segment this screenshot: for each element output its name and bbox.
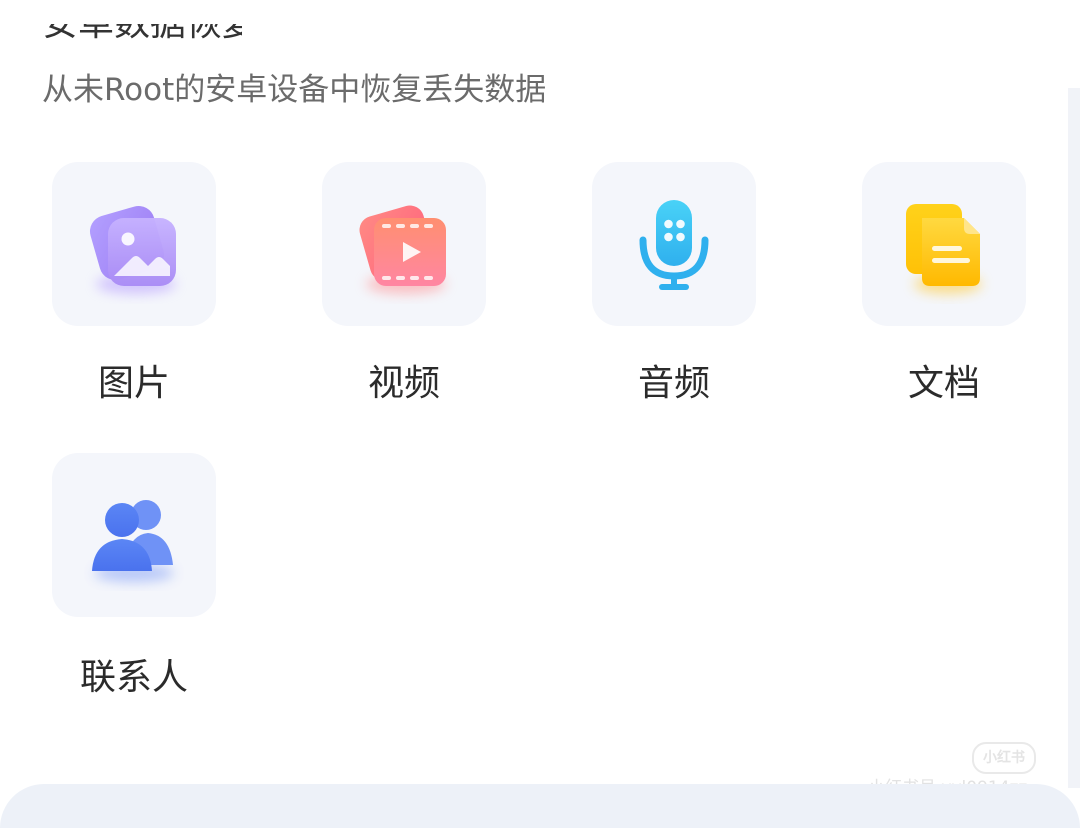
category-contacts-label: 联系人 (79, 657, 188, 698)
screen: 安卓数据恢复 从未Root的安卓设备中恢复丢失数据 (0, 0, 1080, 828)
video-icon (359, 205, 446, 294)
category-photos-label: 图片 (97, 363, 170, 404)
picture-icon (89, 205, 176, 294)
page-title: 安卓数据恢复 (42, 24, 242, 50)
category-videos-button[interactable] (322, 162, 486, 326)
category-documents-button[interactable] (862, 162, 1026, 326)
category-videos-label: 视频 (367, 363, 440, 404)
category-documents-label: 文档 (907, 363, 980, 404)
scrollbar[interactable] (1068, 88, 1080, 788)
category-audio-label: 音频 (637, 363, 710, 404)
microphone-icon (639, 200, 709, 290)
category-photos-button[interactable] (52, 162, 216, 326)
page-subtitle: 从未Root的安卓设备中恢复丢失数据 (42, 72, 547, 108)
watermark-badge: 小红书 (972, 742, 1036, 774)
bottom-panel (0, 784, 1080, 828)
category-contacts-button[interactable] (52, 453, 216, 617)
document-icon (906, 204, 982, 294)
category-audio-button[interactable] (592, 162, 756, 326)
contacts-icon (92, 500, 174, 582)
